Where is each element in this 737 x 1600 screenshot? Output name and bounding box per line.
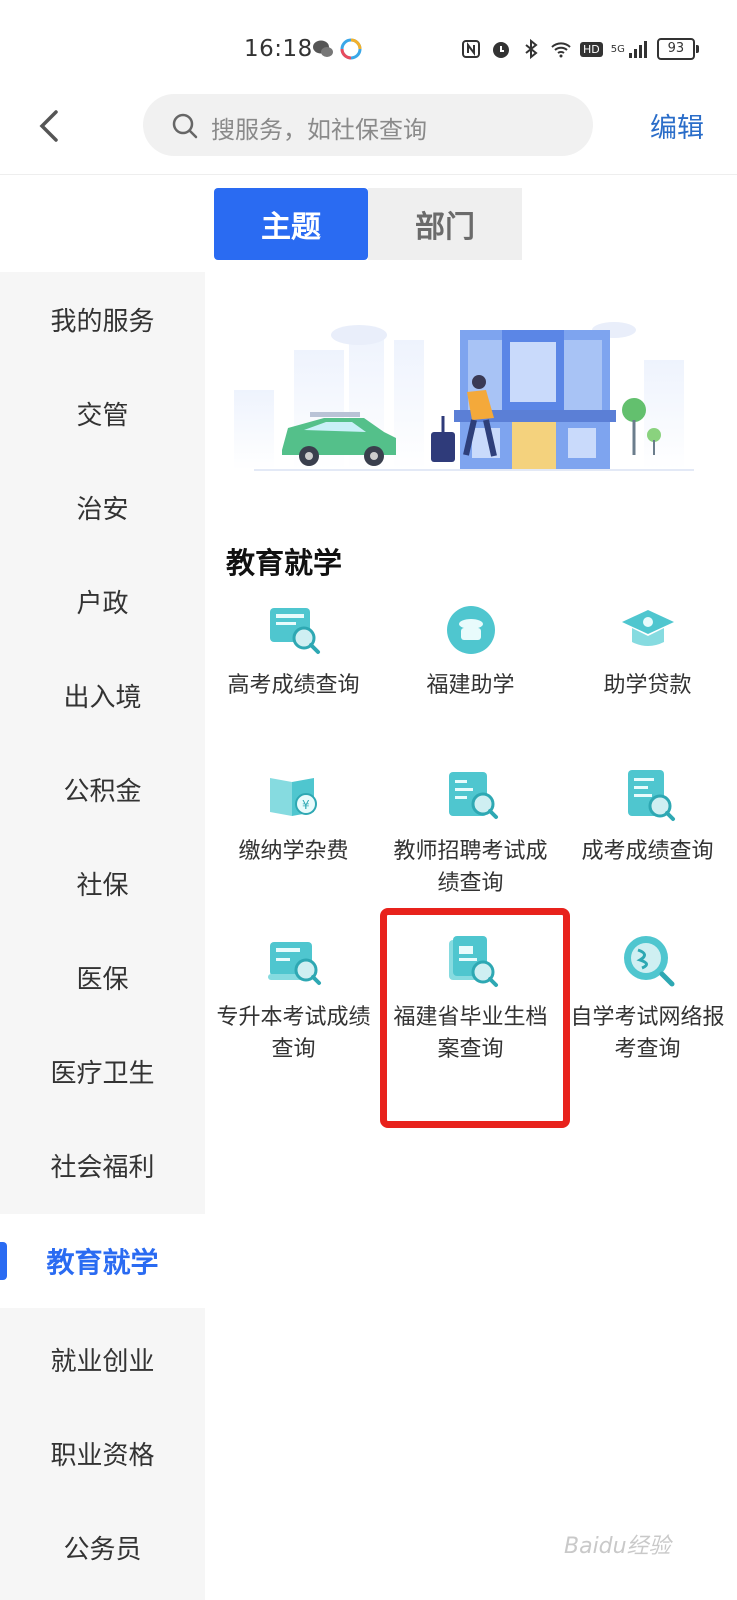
sidebar-item-qualification[interactable]: 职业资格	[0, 1406, 205, 1500]
service-label: 福建助学	[426, 673, 515, 698]
sidebar-item-label: 公务员	[63, 1534, 142, 1565]
sidebar-item-medical-insurance[interactable]: 医保	[0, 930, 205, 1024]
sidebar-item-label: 治安	[76, 494, 129, 525]
sidebar-item-housing-fund[interactable]: 公积金	[0, 742, 205, 836]
service-label: 助学贷款	[603, 673, 692, 698]
tab-department[interactable]: 部门	[368, 188, 522, 260]
sidebar-item-civil-servant[interactable]: 公务员	[0, 1500, 205, 1594]
sidebar-item-label: 教育就学	[46, 1246, 159, 1279]
edit-button[interactable]: 编辑	[650, 106, 704, 145]
category-sidebar: 我的服务 交管 治安 户政 出入境 公积金 社保 医保 医疗卫生 社会福利 教育…	[0, 272, 205, 1600]
search-icon	[172, 113, 198, 139]
sidebar-item-label: 社会福利	[50, 1152, 155, 1183]
signal-icon	[628, 41, 647, 58]
service-adult-exam[interactable]: 成考成绩查询	[559, 764, 736, 868]
status-time: 16:18	[244, 36, 313, 62]
education-banner-illustration	[224, 300, 722, 490]
sidebar-item-traffic[interactable]: 交管	[0, 366, 205, 460]
service-label: 成考成绩查询	[581, 839, 714, 864]
service-label: 教师招聘考试成绩查询	[393, 839, 548, 896]
service-label: 自学考试网络报考查询	[570, 1005, 725, 1062]
service-student-loan[interactable]: 助学贷款	[559, 598, 736, 702]
sidebar-item-public-security[interactable]: 治安	[0, 460, 205, 554]
service-tuition-fee[interactable]: ¥ 缴纳学杂费	[205, 764, 382, 868]
service-gaokao-score[interactable]: 高考成绩查询	[205, 598, 382, 702]
service-label: 专升本考试成绩查询	[216, 1005, 371, 1062]
active-indicator	[0, 1242, 7, 1280]
sidebar-item-label: 职业资格	[50, 1440, 155, 1471]
sidebar-item-education[interactable]: 教育就学	[0, 1214, 205, 1308]
adult-exam-icon	[627, 770, 675, 821]
exam-score-icon	[269, 608, 320, 654]
sidebar-item-label: 就业创业	[50, 1346, 155, 1377]
teacher-exam-icon	[448, 772, 498, 819]
sidebar-item-household[interactable]: 户政	[0, 554, 205, 648]
wifi-icon	[551, 42, 571, 58]
bluetooth-icon	[525, 38, 538, 60]
network-label: 5G	[610, 43, 625, 55]
service-upgrade-exam[interactable]: 专升本考试成绩查询	[205, 930, 382, 1066]
baidu-watermark: Baidu经验	[564, 1534, 671, 1559]
sidebar-item-label: 医疗卫生	[50, 1058, 155, 1089]
sidebar-item-my-services[interactable]: 我的服务	[0, 272, 205, 366]
back-arrow-icon[interactable]	[30, 106, 70, 146]
service-label: 高考成绩查询	[227, 673, 360, 698]
search-input[interactable]: 搜服务，如社保查询	[143, 94, 593, 156]
sidebar-item-label: 公积金	[63, 776, 142, 807]
section-title: 教育就学	[226, 546, 343, 580]
app-logo-icon	[340, 38, 362, 60]
hd-badge: HD	[580, 41, 603, 57]
sidebar-item-label: 出入境	[63, 682, 142, 713]
category-tabs: 主题 部门	[214, 188, 522, 260]
sidebar-item-exit-entry[interactable]: 出入境	[0, 648, 205, 742]
sidebar-item-label: 社保	[76, 870, 129, 901]
sidebar-item-label: 户政	[76, 588, 129, 619]
upgrade-exam-icon	[267, 942, 321, 985]
status-bar: 16:18 HD 5G 93	[0, 0, 737, 90]
book-yuan-icon: ¥	[269, 778, 317, 816]
search-placeholder: 搜服务，如社保查询	[211, 116, 427, 144]
service-teacher-exam[interactable]: 教师招聘考试成绩查询	[382, 764, 559, 900]
service-fujian-aid[interactable]: 福建助学	[382, 598, 559, 702]
self-study-icon	[623, 936, 674, 987]
sidebar-item-social-welfare[interactable]: 社会福利	[0, 1118, 205, 1212]
service-label: 缴纳学杂费	[238, 839, 349, 864]
svg-text:¥: ¥	[302, 798, 310, 812]
sidebar-item-employment[interactable]: 就业创业	[0, 1312, 205, 1406]
service-self-study-exam[interactable]: 自学考试网络报考查询	[559, 930, 736, 1066]
graduation-cap-icon	[621, 610, 674, 646]
nfc-icon	[462, 40, 480, 58]
highlight-box	[380, 908, 570, 1128]
tab-theme[interactable]: 主题	[214, 188, 368, 260]
student-aid-icon	[446, 606, 495, 654]
sidebar-item-label: 医保	[76, 964, 129, 995]
sidebar-item-healthcare[interactable]: 医疗卫生	[0, 1024, 205, 1118]
sidebar-item-social-security[interactable]: 社保	[0, 836, 205, 930]
wechat-icon	[313, 40, 333, 57]
top-bar: 搜服务，如社保查询 编辑	[0, 90, 737, 175]
alarm-icon	[493, 42, 509, 58]
battery-indicator: 93	[656, 38, 699, 60]
sidebar-item-label: 交管	[76, 400, 129, 431]
sidebar-item-label: 我的服务	[50, 306, 155, 337]
